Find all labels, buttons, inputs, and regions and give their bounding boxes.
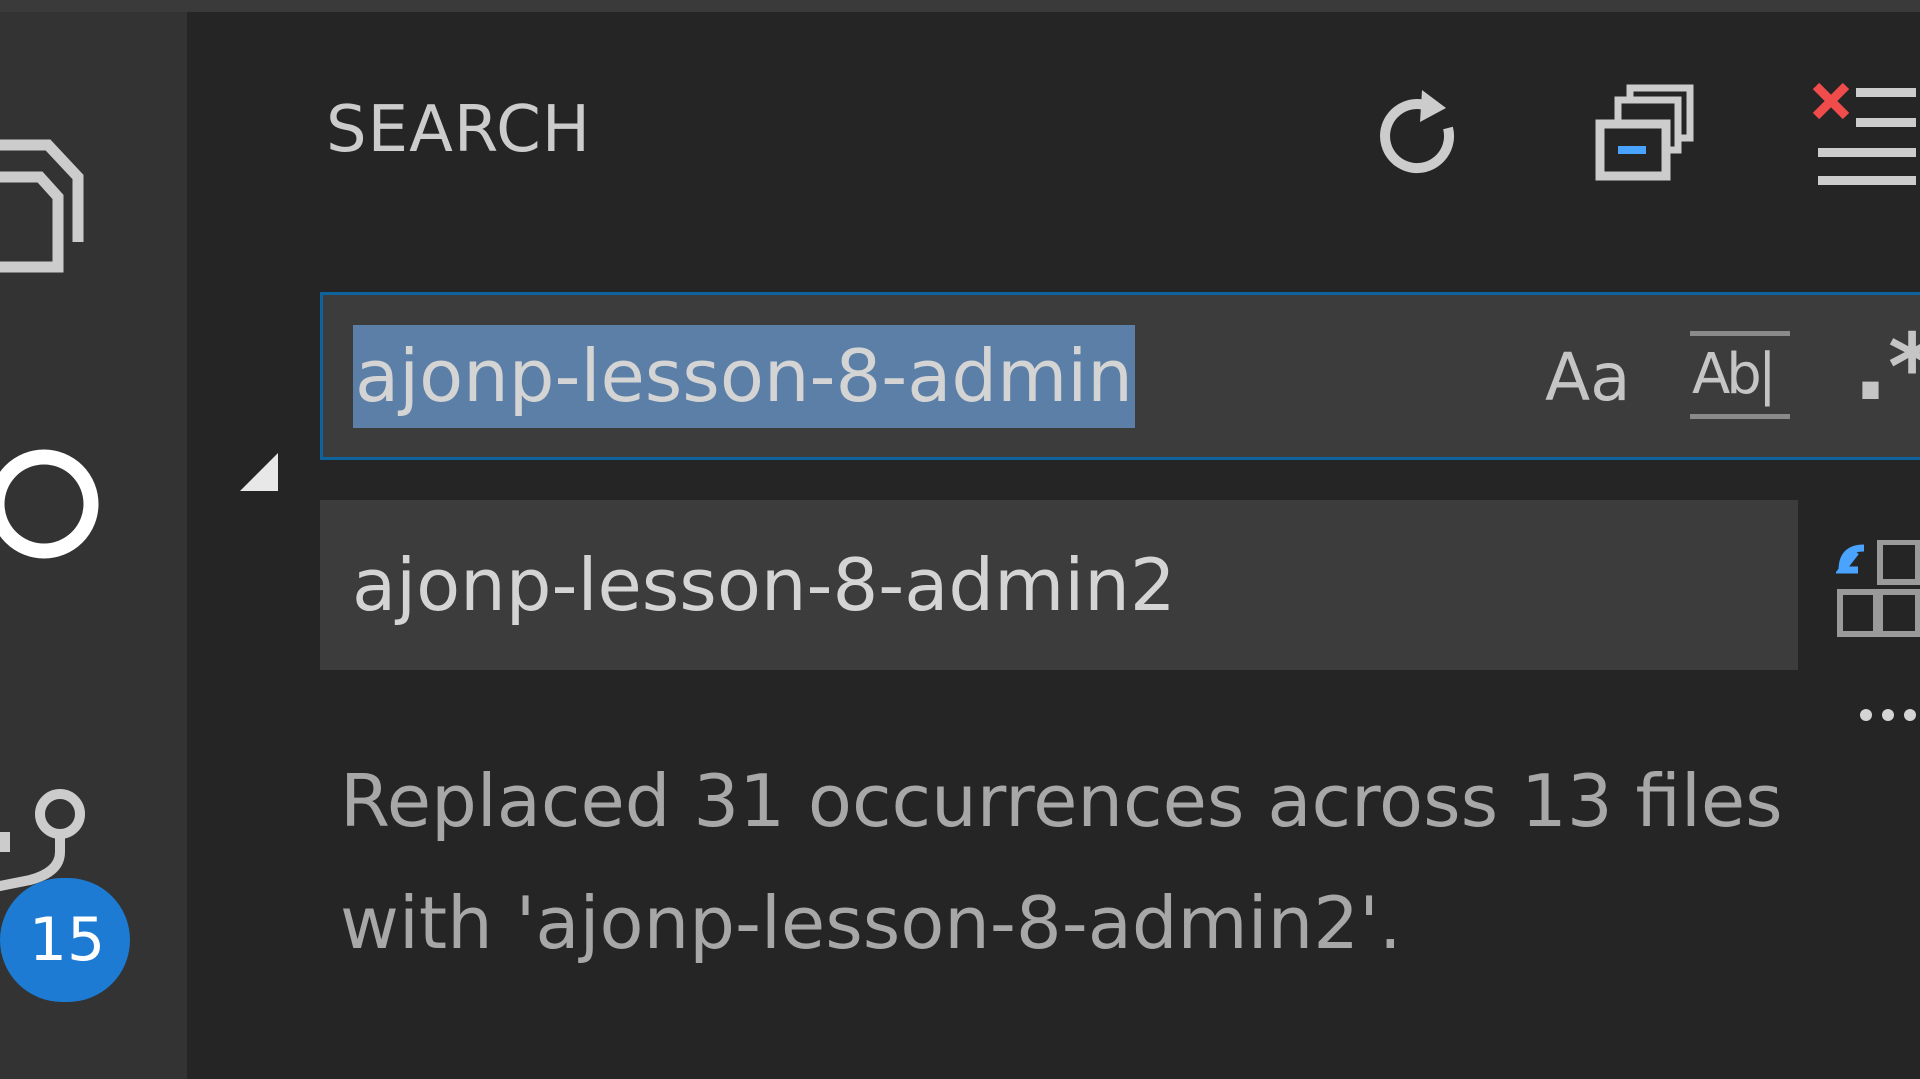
source-control-badge: 15 [0,878,130,1002]
activity-bar: 15 [0,12,187,1079]
refresh-icon[interactable] [1370,86,1470,186]
regex-toggle[interactable]: .* [1853,313,1920,423]
page-title: SEARCH [326,93,591,167]
replace-input-value: ajonp-lesson-8-admin2 [352,543,1176,627]
search-input-value: ajonp-lesson-8-admin [353,325,1135,428]
whole-word-label: Ab| [1692,342,1777,407]
match-case-toggle[interactable]: Aa [1545,333,1631,423]
window-top-edge [0,0,1920,12]
more-actions-icon[interactable] [1858,700,1920,730]
replace-result-message: Replaced 31 occurrences across 13 files … [340,759,1783,965]
explorer-icon[interactable] [0,107,95,287]
replace-input[interactable]: ajonp-lesson-8-admin2 [320,500,1798,670]
collapse-all-icon[interactable] [1590,80,1700,190]
search-activity-icon[interactable] [0,442,110,582]
clear-results-icon[interactable] [1810,80,1920,190]
replace-all-icon[interactable] [1836,540,1920,640]
source-control-icon[interactable] [0,772,100,892]
search-input[interactable]: ajonp-lesson-8-admin Aa Ab| .* [320,292,1920,460]
toggle-replace-chevron-icon[interactable] [232,445,282,495]
whole-word-toggle[interactable]: Ab| [1690,331,1790,419]
